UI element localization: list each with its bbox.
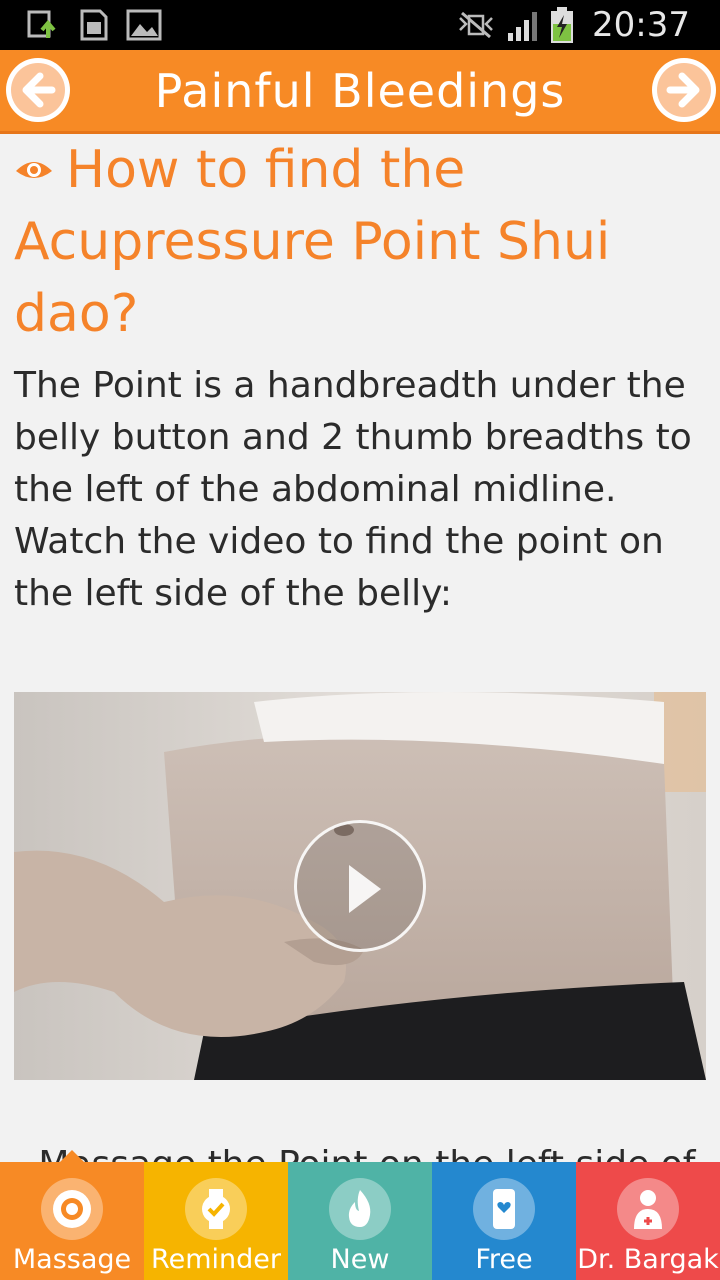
article-content[interactable]: How to find the Acupressure Point Shui d…	[0, 134, 720, 1164]
page-title: Painful Bleedings	[154, 64, 566, 118]
tab-label: Reminder	[151, 1244, 281, 1275]
play-icon	[349, 865, 381, 913]
sd-card-icon	[80, 9, 108, 41]
doctor-icon	[634, 1190, 662, 1229]
arrow-left-icon	[22, 72, 56, 108]
image-upload-icon	[27, 10, 56, 38]
tab-massage[interactable]: Massage	[0, 1150, 144, 1280]
tab-label: Massage	[12, 1244, 132, 1275]
tab-reminder[interactable]: Reminder	[144, 1162, 288, 1280]
partial-next-paragraph: - Massage the Point on the left side of	[14, 1144, 714, 1164]
previous-button[interactable]	[6, 58, 70, 122]
phone-heart-icon	[493, 1189, 515, 1229]
watch-check-icon	[202, 1189, 230, 1229]
signal-icon	[508, 12, 538, 41]
section-heading: How to find the Acupressure Point Shui d…	[14, 134, 704, 350]
tab-label: New	[330, 1244, 390, 1275]
play-button[interactable]	[294, 820, 426, 952]
video-player[interactable]	[14, 692, 706, 1080]
status-time: 20:37	[592, 5, 690, 45]
tab-label: Free	[475, 1244, 533, 1275]
mute-vibrate-icon	[459, 11, 493, 39]
gallery-icon	[126, 9, 162, 41]
arrow-right-icon	[666, 72, 700, 108]
tab-label: Dr. Bargak	[577, 1244, 719, 1275]
app-screen: 20:37 Painful Bleedings How to find the …	[0, 0, 720, 1280]
heading-text: How to find the Acupressure Point Shui d…	[14, 140, 611, 344]
target-icon	[53, 1190, 91, 1228]
status-bar: 20:37	[0, 0, 720, 50]
app-header: Painful Bleedings	[0, 50, 720, 134]
active-tab-pointer	[60, 1150, 84, 1162]
battery-charging-icon	[551, 7, 574, 43]
flame-icon	[348, 1190, 371, 1227]
next-button[interactable]	[652, 58, 716, 122]
bottom-tab-bar: Massage Reminder New Free Dr. Bargak	[0, 1150, 720, 1280]
tab-dr-bargak[interactable]: Dr. Bargak	[576, 1162, 720, 1280]
eye-icon	[16, 162, 52, 178]
tab-new[interactable]: New	[288, 1162, 432, 1280]
instruction-text: The Point is a handbreadth under the bel…	[14, 365, 692, 614]
tab-free[interactable]: Free	[432, 1162, 576, 1280]
